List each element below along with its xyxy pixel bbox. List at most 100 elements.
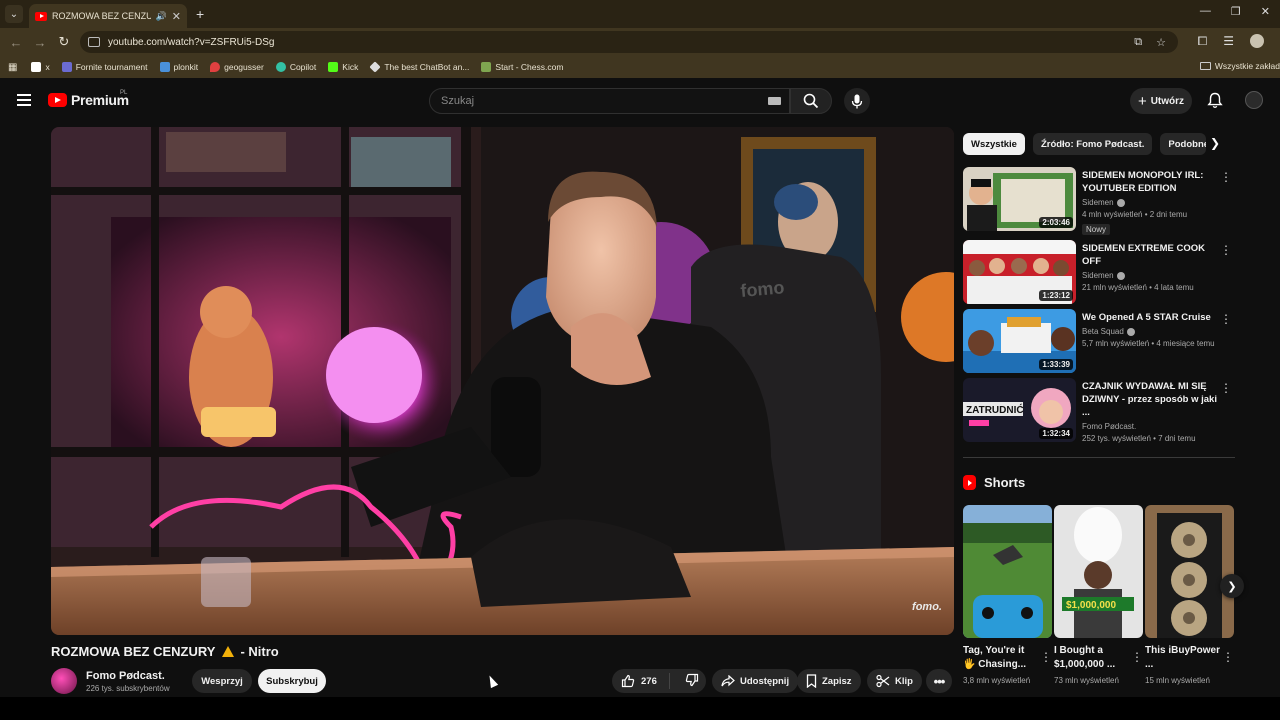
tab-search-button[interactable]: ⌄ <box>5 5 23 23</box>
search-button[interactable] <box>790 88 832 114</box>
minimize-button[interactable]: — <box>1200 5 1211 18</box>
video-title[interactable]: CZAJNIK WYDAWAŁ MI SIĘ DZIWNY - przez sp… <box>1082 380 1222 419</box>
site-info-icon[interactable] <box>88 37 100 47</box>
profile-avatar-icon[interactable] <box>1250 34 1264 48</box>
thumbs-down-icon <box>685 673 699 686</box>
more-vertical-icon[interactable]: ⋮ <box>1220 243 1232 257</box>
bookmark-item[interactable]: Kick <box>328 62 358 72</box>
share-button[interactable]: Udostępnij <box>712 669 799 693</box>
extensions-icon[interactable]: ⧠ <box>1198 34 1208 49</box>
video-thumbnail[interactable]: 2:03:46 <box>963 167 1076 231</box>
plus-icon: + <box>1137 92 1147 110</box>
new-tab-button[interactable]: + <box>196 6 204 22</box>
maximize-button[interactable]: ❐ <box>1231 5 1241 18</box>
video-channel[interactable]: Sidemen <box>1082 198 1222 207</box>
video-thumbnail[interactable]: ZATRUDNIĆ 1:32:34 <box>963 378 1076 442</box>
short-thumbnail[interactable] <box>963 505 1052 638</box>
video-duration: 1:23:12 <box>1039 290 1073 301</box>
short-video[interactable]: This iBuyPower ... 15 mln wyświetleń ⋮ <box>1145 505 1234 686</box>
bookmark-favicon-icon <box>481 62 492 72</box>
keyboard-icon[interactable] <box>768 97 781 105</box>
reading-list-icon[interactable]: ☰ <box>1223 34 1234 49</box>
video-title[interactable]: SIDEMEN EXTREME COOK OFF <box>1082 242 1222 268</box>
bookmark-item[interactable]: Start - Chess.com <box>481 62 563 72</box>
create-button[interactable]: + Utwórz <box>1130 88 1192 114</box>
shorts-icon <box>963 475 976 490</box>
bookmark-item[interactable]: geogusser <box>210 62 264 72</box>
clip-button[interactable]: Klip <box>867 669 922 693</box>
like-button[interactable]: 276 <box>612 673 670 689</box>
all-bookmarks-folder[interactable]: Wszystkie zakład <box>1199 61 1280 71</box>
video-meta: 252 tys. wyświetleń • 7 dni temu <box>1082 434 1196 443</box>
recommended-video[interactable]: 1:23:12 SIDEMEN EXTREME COOK OFF Sidemen… <box>963 240 1238 304</box>
like-dislike-group: 276 <box>612 669 706 693</box>
more-vertical-icon[interactable]: ⋮ <box>1220 170 1232 184</box>
video-player[interactable]: fomo fomo. <box>51 127 954 635</box>
youtube-premium-logo[interactable]: Premium PL <box>48 90 129 108</box>
chip-source[interactable]: Źródło: Fomo Pødcast. <box>1032 133 1153 155</box>
chevron-right-icon[interactable]: ❯ <box>1210 136 1220 150</box>
short-title[interactable]: This iBuyPower ... <box>1145 644 1221 672</box>
url-text[interactable]: youtube.com/watch?v=ZSFRUi5-DSg <box>108 37 274 48</box>
short-thumbnail[interactable]: $1,000,000 <box>1054 505 1143 638</box>
short-title[interactable]: Tag, You're it 🖐 Chasing... <box>963 644 1039 672</box>
video-meta: 5,7 mln wyświetleń • 4 miesiące temu <box>1082 339 1215 348</box>
recommended-video[interactable]: 2:03:46 SIDEMEN MONOPOLY IRL: YOUTUBER E… <box>963 167 1238 235</box>
tab-close-icon[interactable]: ✕ <box>172 10 181 23</box>
bookmark-item[interactable]: The best ChatBot an... <box>369 61 469 73</box>
short-thumbnail[interactable] <box>1145 505 1234 638</box>
voice-search-button[interactable] <box>844 88 870 114</box>
share-icon <box>721 675 735 687</box>
video-channel[interactable]: Beta Squad <box>1082 327 1222 336</box>
recommended-video[interactable]: ZATRUDNIĆ 1:32:34 CZAJNIK WYDAWAŁ MI SIĘ… <box>963 378 1238 443</box>
more-vertical-icon[interactable]: ⋮ <box>1220 312 1232 326</box>
like-count: 276 <box>641 675 657 687</box>
bookmark-item[interactable]: Fornite tournament <box>61 62 148 72</box>
forward-button[interactable]: → <box>28 35 52 50</box>
address-bar[interactable]: youtube.com/watch?v=ZSFRUi5-DSg ⧉ ☆ <box>80 31 1178 53</box>
short-views: 73 mln wyświetleń <box>1054 676 1119 685</box>
save-button[interactable]: Zapisz <box>797 669 861 693</box>
reload-button[interactable]: ↻ <box>52 34 76 50</box>
notifications-bell-icon[interactable] <box>1207 92 1223 109</box>
search-input[interactable]: Szukaj <box>429 88 790 114</box>
bookmark-item[interactable]: x <box>31 62 50 72</box>
bookmark-star-icon[interactable]: ☆ <box>1156 36 1166 49</box>
more-vertical-icon[interactable]: ⋮ <box>1222 650 1234 664</box>
video-duration: 1:32:34 <box>1039 428 1073 439</box>
thumbnail-image: $1,000,000 <box>1054 505 1143 638</box>
audio-playing-icon[interactable]: 🔊 <box>156 11 167 22</box>
short-title[interactable]: I Bought a $1,000,000 ... <box>1054 644 1130 672</box>
apps-grid-icon[interactable]: ▦ <box>8 62 17 73</box>
more-actions-button[interactable]: ••• <box>926 669 952 693</box>
bookmark-item[interactable]: plonkit <box>159 62 198 72</box>
more-vertical-icon[interactable]: ⋮ <box>1131 650 1143 664</box>
close-window-button[interactable]: ✕ <box>1261 5 1270 18</box>
shorts-next-button[interactable]: ❯ <box>1220 574 1244 598</box>
back-button[interactable]: ← <box>4 35 28 50</box>
video-thumbnail[interactable]: 1:33:39 <box>963 309 1076 373</box>
warning-icon <box>221 646 234 657</box>
chip-all[interactable]: Wszystkie <box>963 133 1025 155</box>
account-avatar[interactable] <box>1245 91 1263 109</box>
more-horizontal-icon: ••• <box>933 673 946 689</box>
short-video[interactable]: Tag, You're it 🖐 Chasing... 3,8 mln wyśw… <box>963 505 1052 686</box>
search-icon <box>803 93 819 109</box>
video-title[interactable]: SIDEMEN MONOPOLY IRL: YOUTUBER EDITION <box>1082 169 1222 195</box>
video-thumbnail[interactable]: 1:23:12 <box>963 240 1076 304</box>
video-channel[interactable]: Fomo Pødcast. <box>1082 422 1222 431</box>
video-title[interactable]: We Opened A 5 STAR Cruise <box>1082 311 1222 324</box>
short-video[interactable]: $1,000,000 I Bought a $1,000,000 ... 73 … <box>1054 505 1143 686</box>
browser-tab-active[interactable]: ROZMOWA BEZ CENZURY , 🔊 ✕ <box>29 4 187 28</box>
chip-related[interactable]: Podobne <box>1160 133 1207 155</box>
menu-icon[interactable] <box>17 94 31 109</box>
more-vertical-icon[interactable]: ⋮ <box>1220 381 1232 395</box>
more-vertical-icon[interactable]: ⋮ <box>1040 650 1052 664</box>
video-channel[interactable]: Sidemen <box>1082 271 1222 280</box>
bookmark-item[interactable]: Copilot <box>275 62 316 72</box>
recommended-video[interactable]: 1:33:39 We Opened A 5 STAR Cruise Beta S… <box>963 309 1238 373</box>
cast-icon[interactable]: ⧉ <box>1134 36 1142 49</box>
section-divider <box>963 457 1235 458</box>
video-info: SIDEMEN MONOPOLY IRL: YOUTUBER EDITION S… <box>1082 169 1222 237</box>
dislike-button[interactable] <box>675 673 699 690</box>
